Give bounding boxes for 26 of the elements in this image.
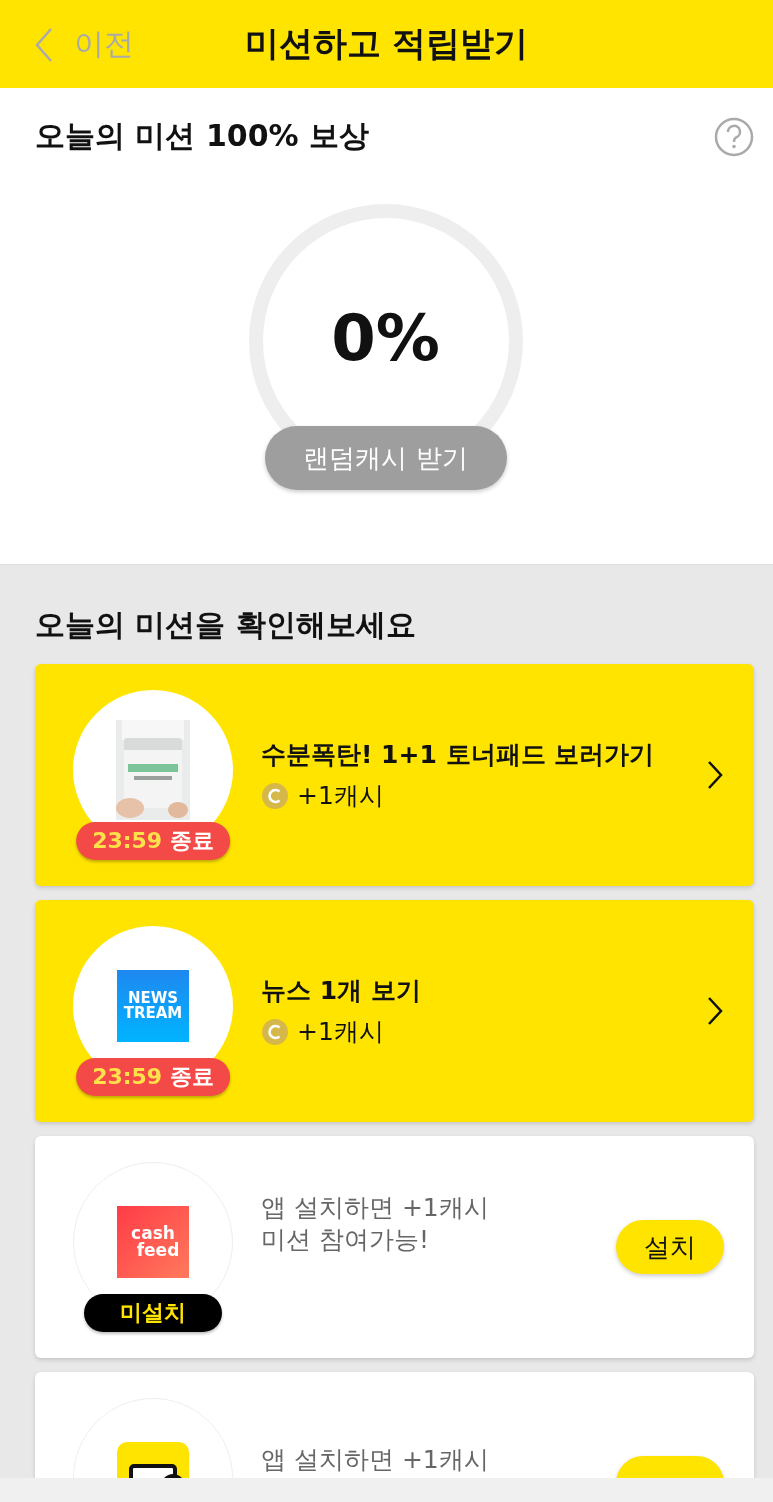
- mission-description: 앱 설치하면 +1캐시: [261, 1443, 490, 1476]
- mission-card[interactable]: 23:59 종료 수분폭탄! 1+1 토너패드 보러가기 +1캐시: [35, 664, 754, 886]
- mission-card[interactable]: cash feed 미설치 앱 설치하면 +1캐시 미션 참여가능! 설치: [35, 1136, 754, 1358]
- section-title: 오늘의 미션 100% 보상: [35, 117, 369, 155]
- reward-amount: +1캐시: [297, 780, 384, 812]
- mission-card[interactable]: NEWS TREAM 23:59 종료 뉴스 1개 보기 +1캐시: [35, 900, 754, 1122]
- cash-feed-logo: cash feed: [117, 1206, 189, 1278]
- section-title: 오늘의 미션을 확인해보세요: [35, 606, 417, 644]
- coin-icon: [261, 1017, 289, 1046]
- status-badge: 미설치: [84, 1294, 222, 1332]
- mission-card[interactable]: 앱 설치하면 +1캐시: [35, 1372, 754, 1478]
- chevron-right-icon: [706, 996, 724, 1026]
- help-icon[interactable]: [714, 116, 754, 157]
- mission-title: 뉴스 1개 보기: [261, 975, 422, 1007]
- deadline-badge: 23:59 종료: [76, 822, 230, 860]
- coin-icon: [261, 781, 289, 810]
- chevron-left-icon: [34, 26, 54, 63]
- page-title: 미션하고 적립받기: [244, 22, 529, 65]
- news-logo: NEWS TREAM: [117, 970, 189, 1042]
- chevron-right-icon: [706, 760, 724, 790]
- mission-description: 앱 설치하면 +1캐시 미션 참여가능!: [261, 1191, 490, 1256]
- progress-percent: 0%: [330, 301, 441, 375]
- deadline-badge: 23:59 종료: [76, 1058, 230, 1096]
- mission-title: 수분폭탄! 1+1 토너패드 보러가기: [261, 739, 656, 771]
- reward-amount: +1캐시: [297, 1016, 384, 1048]
- install-button[interactable]: 설치: [616, 1220, 724, 1274]
